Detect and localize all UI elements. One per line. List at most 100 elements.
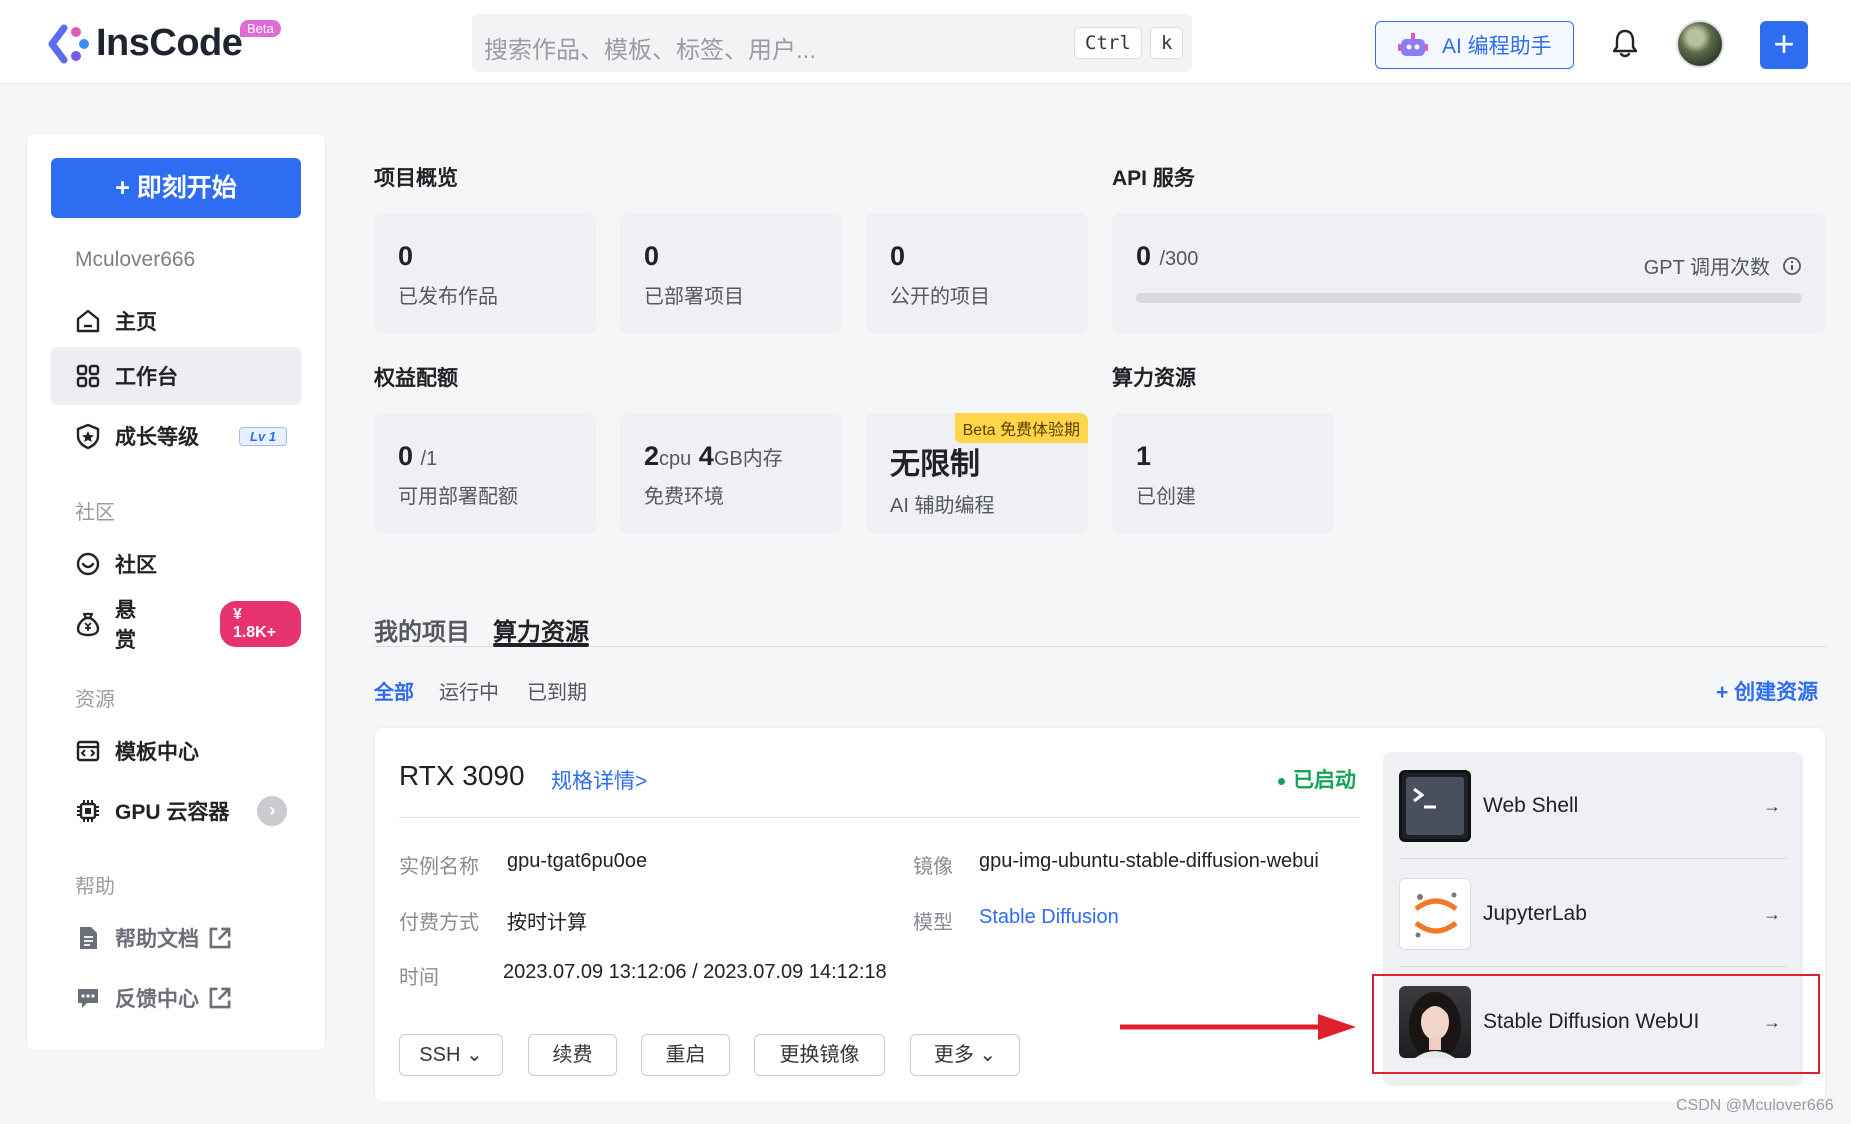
terminal-icon (1399, 770, 1471, 842)
instance-key: 实例名称 (399, 856, 479, 878)
info-icon[interactable] (1782, 256, 1802, 276)
sidebar-item-label: 社区 (115, 554, 157, 577)
status-badge: 已启动 (1278, 764, 1356, 794)
watermark: CSDN @Mculover666 (1676, 1097, 1834, 1114)
filter-expired[interactable]: 已到期 (527, 676, 587, 705)
stat-label: 已发布作品 (398, 286, 498, 308)
divider (399, 817, 1359, 818)
quota-card-ai: Beta 免费体验期 无限制 AI 辅助编程 (866, 413, 1088, 533)
filter-all[interactable]: 全部 (374, 676, 414, 705)
sidebar-item-label: 工作台 (115, 366, 178, 389)
bell-icon[interactable] (1611, 28, 1639, 58)
more-button[interactable]: 更多 ⌄ (910, 1034, 1020, 1076)
app-web-shell[interactable]: Web Shell → (1399, 768, 1787, 844)
chevron-down-icon: ⌄ (979, 1044, 997, 1066)
quota-deploy-label: 可用部署配额 (398, 486, 518, 508)
robot-icon (1398, 33, 1428, 56)
ai-label: AI 辅助编程 (890, 495, 995, 517)
sidebar-item-label: 反馈中心 (115, 988, 199, 1011)
shortcut-ctrl-key: Ctrl (1074, 27, 1142, 59)
api-used: 0 (1136, 241, 1152, 271)
unlimited-value: 无限制 (890, 448, 980, 481)
start-now-button[interactable]: + 即刻开始 (51, 158, 301, 218)
sidebar-item-docs[interactable]: 帮助文档 (51, 909, 301, 967)
sidebar-item-growth[interactable]: 成长等级 Lv 1 (51, 407, 301, 465)
image-value: gpu-img-ubuntu-stable-diffusion-webui (979, 850, 1319, 872)
sidebar-item-gpu[interactable]: GPU 云容器 › (51, 782, 301, 840)
sidebar-item-home[interactable]: 主页 (51, 292, 301, 350)
ssh-label: SSH (419, 1044, 461, 1066)
bounty-badge: ¥ 1.8K+ (219, 601, 301, 647)
shortcut-k-key: k (1150, 27, 1184, 59)
sidebar-item-label: 模板中心 (115, 741, 199, 764)
highlight-box (1372, 974, 1820, 1074)
active-tab-indicator (493, 643, 589, 647)
api-label: GPT 调用次数 (1643, 257, 1770, 279)
sidebar-item-bounty[interactable]: 悬赏 ¥ 1.8K+ (51, 595, 301, 653)
filter-running[interactable]: 运行中 (439, 676, 499, 705)
instance-value: gpu-tgat6pu0oe (507, 850, 648, 872)
app-label: JupyterLab (1483, 902, 1587, 925)
stat-card-published: 0 已发布作品 (374, 213, 596, 333)
search-box[interactable]: 搜索作品、模板、标签、用户... Ctrl k (472, 14, 1192, 72)
ssh-button[interactable]: SSH ⌄ (399, 1034, 503, 1076)
smile-circle-icon (76, 552, 100, 576)
home-icon (76, 309, 100, 333)
divider (1399, 858, 1787, 859)
app-jupyterlab[interactable]: JupyterLab → (1399, 876, 1787, 952)
stat-value: 0 (890, 241, 906, 271)
mem-num: 4 (698, 441, 714, 471)
stat-label: 公开的项目 (890, 286, 990, 308)
mem-unit: GB内存 (713, 448, 783, 470)
image-key: 镜像 (913, 856, 953, 878)
spec-details-link[interactable]: 规格详情> (551, 765, 647, 795)
template-icon (76, 740, 100, 762)
billing-key: 付费方式 (399, 912, 479, 934)
money-bag-icon (76, 612, 100, 637)
section-label-resources: 资源 (75, 689, 115, 711)
logo[interactable]: InsCode (48, 22, 243, 65)
quota-deploy-total: /1 (420, 448, 438, 470)
divider (1399, 966, 1787, 967)
tab-divider (374, 646, 1826, 647)
create-plus-button[interactable]: + (1760, 21, 1808, 69)
tab-compute[interactable]: 算力资源 (493, 612, 589, 647)
shield-star-icon (76, 423, 100, 449)
sidebar-item-workbench[interactable]: 工作台 (51, 347, 301, 405)
renew-button[interactable]: 续费 (528, 1034, 617, 1076)
document-icon (80, 927, 97, 949)
model-value[interactable]: Stable Diffusion (979, 906, 1119, 929)
sidebar-item-label: 主页 (115, 311, 157, 334)
stat-card-deployed: 0 已部署项目 (620, 213, 842, 333)
compute-title: 算力资源 (1112, 367, 1196, 390)
arrow-right-icon: → (1763, 903, 1781, 924)
time-value: 2023.07.09 13:12:06 / 2023.07.09 14:12:1… (503, 961, 887, 983)
change-image-button[interactable]: 更换镜像 (754, 1034, 885, 1076)
chevron-down-icon: ⌄ (465, 1044, 483, 1066)
sidebar-username: Mculover666 (75, 248, 196, 271)
stat-value: 0 (398, 241, 414, 271)
section-label-help: 帮助 (75, 876, 115, 898)
api-title: API 服务 (1112, 167, 1195, 190)
sidebar-item-feedback[interactable]: 反馈中心 (51, 969, 301, 1027)
compute-num: 1 (1136, 441, 1152, 471)
create-resource-button[interactable]: + 创建资源 (1716, 676, 1818, 706)
user-avatar[interactable] (1676, 20, 1724, 68)
level-badge: Lv 1 (239, 426, 288, 446)
jupyter-icon (1399, 878, 1471, 950)
sidebar-item-community[interactable]: 社区 (51, 535, 301, 593)
restart-button[interactable]: 重启 (641, 1034, 730, 1076)
compute-card: 1 已创建 (1112, 413, 1334, 533)
quota-card-env: 2cpu 4GB内存 免费环境 (620, 413, 842, 533)
ai-assistant-button[interactable]: AI 编程助手 (1375, 21, 1574, 69)
beta-badge: Beta (240, 20, 281, 37)
top-header: InsCode Beta 搜索作品、模板、标签、用户... Ctrl k AI … (0, 0, 1851, 84)
sidebar-item-label: GPU 云容器 (115, 801, 230, 824)
sidebar-item-templates[interactable]: 模板中心 (51, 722, 301, 780)
arrow-right-icon: → (1763, 795, 1781, 816)
chevron-right-icon[interactable]: › (257, 796, 288, 826)
model-key: 模型 (913, 912, 953, 934)
sidebar-item-label: 帮助文档 (115, 928, 199, 951)
tab-my-projects[interactable]: 我的项目 (374, 612, 470, 647)
chip-icon (77, 800, 99, 822)
